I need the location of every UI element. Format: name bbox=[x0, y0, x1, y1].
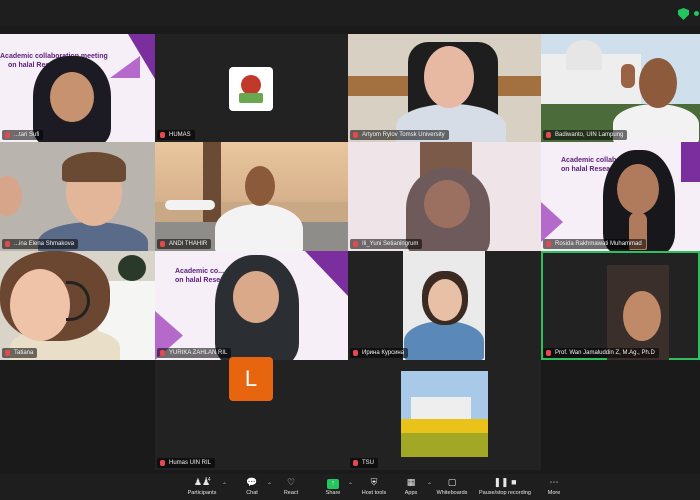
mic-muted-icon bbox=[5, 350, 10, 356]
mic-muted-icon bbox=[5, 132, 10, 138]
recording-button[interactable]: ❚❚ ■ Pause/stop recording bbox=[474, 477, 536, 497]
chevron-up-icon[interactable]: ⌃ bbox=[222, 482, 227, 489]
participant-face bbox=[424, 46, 474, 108]
background-airplane bbox=[165, 200, 215, 210]
mic-muted-icon bbox=[353, 132, 358, 138]
pause-stop-icon: ❚❚ ■ bbox=[493, 477, 517, 487]
heart-icon: ♡ bbox=[286, 477, 296, 487]
participant-face bbox=[424, 180, 470, 228]
more-icon: ⋯ bbox=[549, 477, 559, 487]
mic-muted-icon bbox=[546, 241, 551, 247]
participant-name: Artyom Rylov Tomsk University bbox=[350, 130, 449, 140]
video-tile[interactable]: Academic co... ...eting on halal Researc… bbox=[155, 251, 348, 360]
profile-picture bbox=[401, 371, 488, 457]
mic-muted-icon bbox=[160, 132, 165, 138]
whiteboards-button[interactable]: ▢ Whiteboards bbox=[428, 477, 476, 497]
mic-muted-icon bbox=[160, 241, 165, 247]
profile-picture bbox=[229, 67, 273, 111]
participant-name: Ирина Курсина bbox=[350, 348, 409, 358]
video-tile[interactable]: HUMAS bbox=[155, 34, 348, 142]
participant-face bbox=[0, 176, 22, 216]
participant-name: Badiwanto, UIN Lampung bbox=[543, 130, 628, 140]
banner-decoration bbox=[305, 251, 348, 296]
mic-muted-icon bbox=[160, 460, 165, 466]
mic-muted-icon bbox=[353, 460, 358, 466]
participant-name: HUMAS bbox=[157, 130, 195, 140]
video-tile[interactable]: TSU bbox=[348, 360, 541, 470]
participant-silhouette bbox=[404, 321, 484, 360]
video-tile[interactable]: Ili_Yuni Setianingrum bbox=[348, 142, 541, 251]
participants-icon: ♟♟ bbox=[193, 477, 211, 487]
participant-face bbox=[10, 269, 70, 341]
mic-muted-icon bbox=[353, 241, 358, 247]
participant-face bbox=[617, 164, 659, 214]
mic-muted-icon bbox=[160, 350, 165, 356]
video-tile-active-speaker[interactable]: Prof. Wan Jamaluddin Z, M.Ag., Ph.D bbox=[541, 251, 700, 360]
participant-name: YURIKA ZAHLAN RIL bbox=[157, 348, 232, 358]
video-gallery: Academic collaboration meeting on halal … bbox=[0, 34, 700, 470]
mic-muted-icon bbox=[5, 241, 10, 247]
video-tile[interactable]: ANDI THAHIR bbox=[155, 142, 348, 251]
meeting-toolbar: ♟♟ 14 Participants ⌃ 💬 Chat ⌃ ♡ React ↑ … bbox=[0, 474, 700, 500]
video-tile[interactable]: Badiwanto, UIN Lampung bbox=[541, 34, 700, 142]
participant-name: Humas UIN RIL bbox=[157, 458, 216, 468]
participant-face bbox=[233, 271, 279, 323]
video-tile[interactable]: Ирина Курсина bbox=[348, 251, 541, 360]
participant-name: Ili_Yuni Setianingrum bbox=[350, 239, 423, 249]
participant-name: TSU bbox=[350, 458, 378, 468]
video-tile[interactable]: Academic collabora...ing on halal Resear… bbox=[541, 142, 700, 251]
mic-muted-icon bbox=[353, 350, 358, 356]
mic-muted-icon bbox=[546, 350, 551, 356]
participant-face bbox=[428, 279, 462, 321]
status-dot-icon bbox=[694, 11, 699, 16]
mic-muted-icon bbox=[546, 132, 551, 138]
encryption-shield-icon[interactable] bbox=[678, 8, 689, 20]
video-tile[interactable]: Academic collaboration meeting on halal … bbox=[0, 34, 155, 142]
video-tile[interactable]: Tatiana bbox=[0, 251, 155, 360]
participant-name: Rosida Rakhmawati Muhammad bbox=[543, 239, 646, 249]
participant-face bbox=[50, 72, 94, 122]
top-bar bbox=[0, 0, 700, 26]
banner-decoration bbox=[681, 142, 700, 182]
waving-hand bbox=[621, 64, 635, 88]
participant-face bbox=[245, 166, 275, 206]
video-tile[interactable]: ...ina Elena Shmakova bbox=[0, 142, 155, 251]
participant-name: Tatiana bbox=[2, 348, 38, 358]
avatar: L bbox=[229, 357, 273, 401]
participant-face bbox=[623, 291, 661, 341]
whiteboard-icon: ▢ bbox=[447, 477, 457, 487]
participants-count: 14 bbox=[205, 477, 211, 483]
background-decor bbox=[118, 255, 146, 281]
participant-name: ...tari Sufi bbox=[2, 130, 44, 140]
participant-face bbox=[639, 58, 677, 108]
participants-button[interactable]: ♟♟ 14 Participants bbox=[178, 477, 226, 497]
participant-name: Prof. Wan Jamaluddin Z, M.Ag., Ph.D bbox=[543, 348, 659, 358]
banner-decoration bbox=[541, 202, 563, 242]
react-button[interactable]: ♡ React bbox=[267, 477, 315, 497]
share-screen-icon: ↑ bbox=[327, 479, 339, 489]
video-tile[interactable]: Artyom Rylov Tomsk University bbox=[348, 34, 541, 142]
participant-name: ANDI THAHIR bbox=[157, 239, 212, 249]
participant-silhouette bbox=[215, 204, 303, 251]
participant-name: ...ina Elena Shmakova bbox=[2, 239, 79, 249]
more-button[interactable]: ⋯ More bbox=[530, 477, 578, 497]
